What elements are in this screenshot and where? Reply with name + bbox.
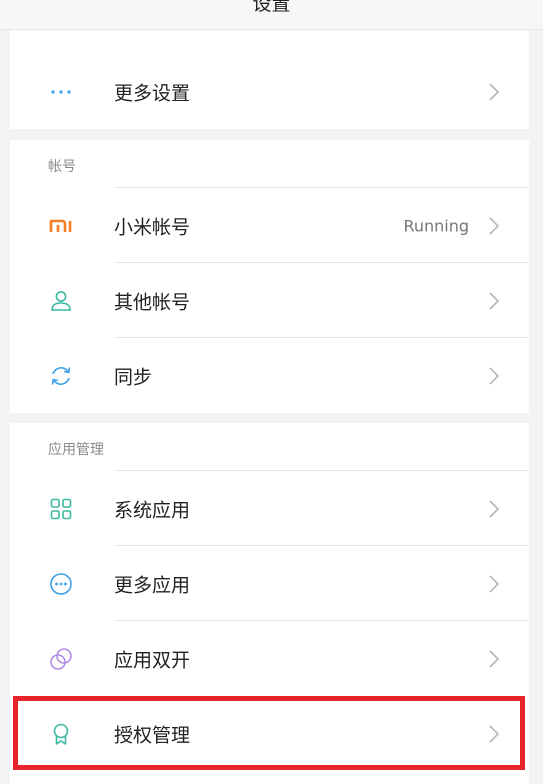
chevron-right-icon [489,366,500,385]
chevron-right-icon [489,499,500,518]
settings-screen: 设置 更多设置 帐号 小米帐号 Running 其他帐号 同步 应用管理 系统应… [0,0,543,784]
settings-item-sync[interactable]: 同步 [10,338,529,413]
chevron-right-icon [489,291,500,310]
mi-logo-icon [48,213,74,239]
section-gap [10,129,529,140]
settings-item-label: 更多应用 [114,574,191,596]
sync-icon [48,363,74,389]
settings-item-other-accounts[interactable]: 其他帐号 [10,263,529,338]
chevron-right-icon [489,216,500,235]
settings-item-mi-account[interactable]: 小米帐号 Running [10,188,529,263]
settings-item-more-settings[interactable]: 更多设置 [10,54,529,129]
settings-item-more-apps[interactable]: 更多应用 [10,546,529,621]
settings-item-label: 小米帐号 [114,216,191,238]
settings-item-label: 同步 [114,366,153,388]
settings-item-label: 授权管理 [114,724,191,746]
settings-item-label: 系统应用 [114,499,191,521]
title-bar: 设置 [0,0,543,30]
chevron-right-icon [489,724,500,743]
grid-icon [48,496,74,522]
section-title: 应用管理 [48,442,104,458]
ellipsis-icon [48,79,74,105]
settings-item-label: 其他帐号 [114,291,191,313]
more-circle-icon [48,571,74,597]
ribbon-icon [48,721,74,747]
section-header-accounts: 帐号 [10,140,529,188]
account-status: Running [403,216,469,235]
person-icon [48,288,74,314]
settings-item-label: 更多设置 [114,82,191,104]
dual-circle-icon [48,646,74,672]
chevron-right-icon [489,649,500,668]
section-header-app-management: 应用管理 [10,423,529,471]
settings-item-label: 应用双开 [114,649,191,671]
settings-item-dual-apps[interactable]: 应用双开 [10,621,529,696]
settings-item-permissions[interactable]: 授权管理 [10,696,529,771]
page-title: 设置 [252,0,291,15]
chevron-right-icon [489,82,500,101]
chevron-right-icon [489,574,500,593]
settings-item-system-apps[interactable]: 系统应用 [10,471,529,546]
section-title: 帐号 [48,159,76,175]
